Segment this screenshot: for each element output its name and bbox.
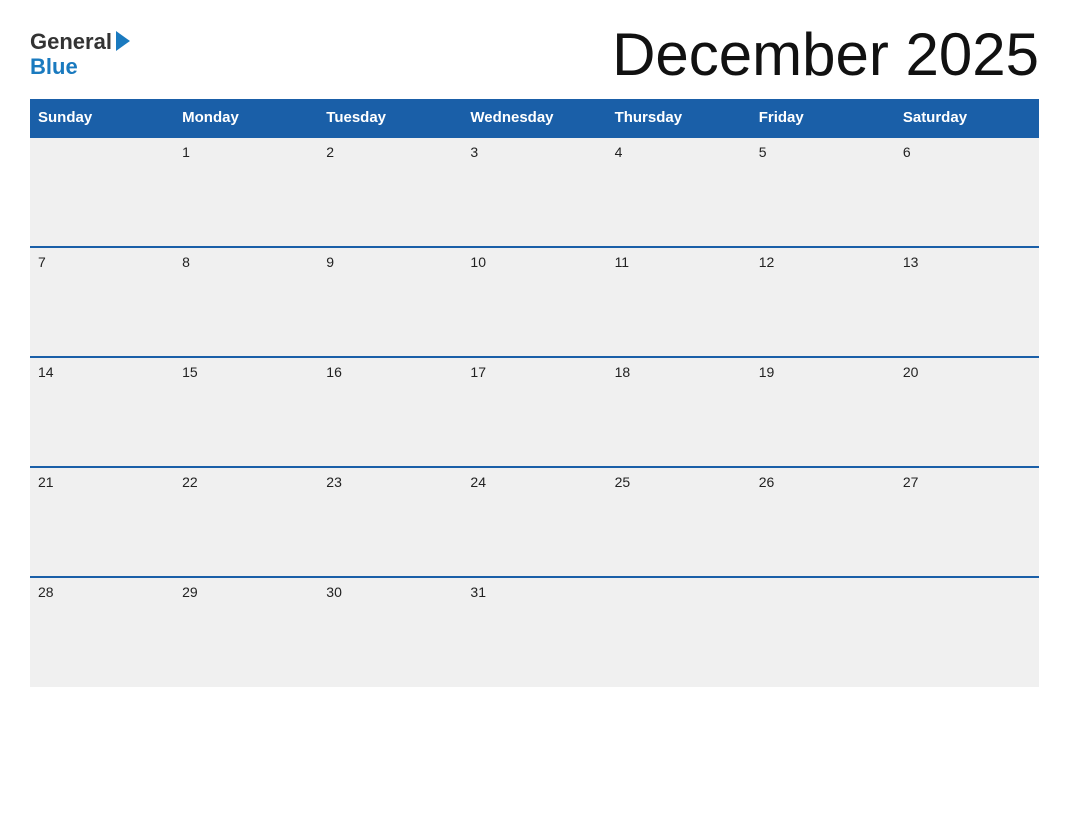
day-number: 21	[38, 474, 166, 490]
day-number: 29	[182, 584, 310, 600]
day-number: 4	[615, 144, 743, 160]
day-number: 3	[470, 144, 598, 160]
calendar-day-3-4: 25	[607, 467, 751, 577]
calendar-day-0-6: 6	[895, 137, 1039, 247]
day-number: 30	[326, 584, 454, 600]
calendar-header-row: Sunday Monday Tuesday Wednesday Thursday…	[30, 99, 1039, 137]
calendar-day-2-6: 20	[895, 357, 1039, 467]
calendar-day-0-3: 3	[462, 137, 606, 247]
day-number: 9	[326, 254, 454, 270]
calendar-day-1-3: 10	[462, 247, 606, 357]
calendar-day-1-5: 12	[751, 247, 895, 357]
page: General Blue December 2025 Sunday Monday…	[0, 0, 1069, 826]
calendar-day-4-5	[751, 577, 895, 687]
day-number: 12	[759, 254, 887, 270]
calendar-day-4-1: 29	[174, 577, 318, 687]
day-number: 8	[182, 254, 310, 270]
day-number: 16	[326, 364, 454, 380]
calendar-day-2-1: 15	[174, 357, 318, 467]
day-number: 11	[615, 254, 743, 270]
logo: General Blue	[30, 30, 130, 78]
calendar-day-2-5: 19	[751, 357, 895, 467]
calendar-day-4-4	[607, 577, 751, 687]
col-sunday: Sunday	[30, 99, 174, 137]
calendar-day-1-6: 13	[895, 247, 1039, 357]
col-friday: Friday	[751, 99, 895, 137]
calendar-day-3-6: 27	[895, 467, 1039, 577]
calendar-week-row-4: 28 29 30 31	[30, 577, 1039, 687]
calendar-day-0-4: 4	[607, 137, 751, 247]
calendar-day-4-0: 28	[30, 577, 174, 687]
calendar-table: Sunday Monday Tuesday Wednesday Thursday…	[30, 99, 1039, 687]
day-number: 6	[903, 144, 1031, 160]
col-monday: Monday	[174, 99, 318, 137]
day-number: 5	[759, 144, 887, 160]
day-number: 20	[903, 364, 1031, 380]
calendar-day-4-2: 30	[318, 577, 462, 687]
header: General Blue December 2025	[30, 20, 1039, 89]
col-saturday: Saturday	[895, 99, 1039, 137]
calendar-week-row-3: 21 22 23 24 25 26 27	[30, 467, 1039, 577]
day-number: 23	[326, 474, 454, 490]
day-number: 19	[759, 364, 887, 380]
logo-blue-text: Blue	[30, 55, 78, 79]
day-number: 7	[38, 254, 166, 270]
day-number: 2	[326, 144, 454, 160]
calendar-day-2-3: 17	[462, 357, 606, 467]
day-number: 1	[182, 144, 310, 160]
calendar-day-4-3: 31	[462, 577, 606, 687]
calendar-day-3-3: 24	[462, 467, 606, 577]
calendar-day-4-6	[895, 577, 1039, 687]
calendar-day-1-0: 7	[30, 247, 174, 357]
col-thursday: Thursday	[607, 99, 751, 137]
day-number: 10	[470, 254, 598, 270]
calendar-day-3-0: 21	[30, 467, 174, 577]
calendar-day-3-2: 23	[318, 467, 462, 577]
day-number: 15	[182, 364, 310, 380]
calendar-day-0-5: 5	[751, 137, 895, 247]
calendar-day-2-0: 14	[30, 357, 174, 467]
calendar-day-1-4: 11	[607, 247, 751, 357]
day-number: 25	[615, 474, 743, 490]
col-wednesday: Wednesday	[462, 99, 606, 137]
calendar-week-row-0: 123 456	[30, 137, 1039, 247]
calendar-day-1-1: 8	[174, 247, 318, 357]
day-number: 27	[903, 474, 1031, 490]
day-number: 22	[182, 474, 310, 490]
calendar-day-2-2: 16	[318, 357, 462, 467]
day-number: 26	[759, 474, 887, 490]
day-number: 18	[615, 364, 743, 380]
day-number: 28	[38, 584, 166, 600]
day-number: 17	[470, 364, 598, 380]
day-number: 31	[470, 584, 598, 600]
logo-general-text: General	[30, 30, 112, 54]
calendar-day-3-1: 22	[174, 467, 318, 577]
calendar-day-3-5: 26	[751, 467, 895, 577]
calendar-day-2-4: 18	[607, 357, 751, 467]
day-number: 14	[38, 364, 166, 380]
day-number: 24	[470, 474, 598, 490]
calendar-day-1-2: 9	[318, 247, 462, 357]
calendar-week-row-2: 14 15 16 17 18 19 20	[30, 357, 1039, 467]
calendar-week-row-1: 789 10 11 12 13	[30, 247, 1039, 357]
calendar-day-0-2: 2	[318, 137, 462, 247]
logo-triangle-icon	[116, 31, 130, 51]
day-number: 13	[903, 254, 1031, 270]
calendar-day-0-1: 1	[174, 137, 318, 247]
calendar-day-0-0	[30, 137, 174, 247]
month-title: December 2025	[612, 20, 1039, 89]
col-tuesday: Tuesday	[318, 99, 462, 137]
